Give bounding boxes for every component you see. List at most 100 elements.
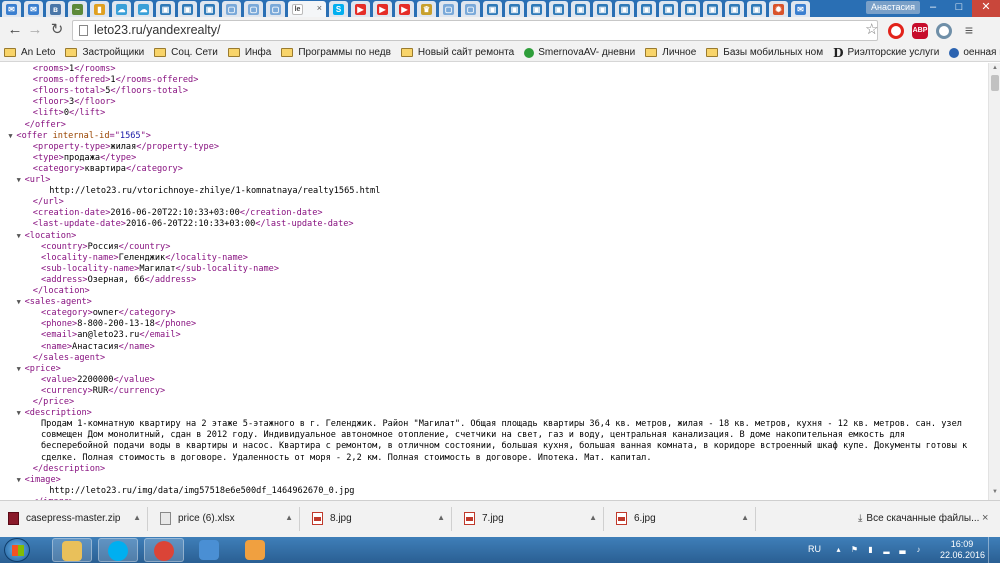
tab[interactable]: S bbox=[329, 1, 348, 17]
signal-icon[interactable]: ▃ bbox=[898, 545, 907, 554]
tab[interactable]: ✉ bbox=[791, 1, 810, 17]
tab[interactable]: ▢ bbox=[266, 1, 285, 17]
tab[interactable]: ▣ bbox=[571, 1, 590, 17]
collapse-toggle-icon[interactable]: ▼ bbox=[17, 175, 25, 186]
collapse-toggle-icon[interactable]: ▼ bbox=[17, 475, 25, 486]
tab[interactable]: в bbox=[46, 1, 65, 17]
show-desktop-button[interactable] bbox=[988, 537, 1000, 563]
clock[interactable]: 16:09 22.06.2016 bbox=[940, 539, 985, 561]
tab-active[interactable]: le × bbox=[288, 1, 326, 17]
network-icon[interactable]: ▂ bbox=[882, 545, 891, 554]
tab[interactable]: ▣ bbox=[681, 1, 700, 17]
tab[interactable]: ~ bbox=[68, 1, 87, 17]
tab[interactable]: ▮ bbox=[90, 1, 109, 17]
tab[interactable]: ▶ bbox=[395, 1, 414, 17]
tab[interactable]: ▢ bbox=[461, 1, 480, 17]
bookmark-item[interactable]: оенная ипотек bbox=[945, 43, 1000, 61]
tab[interactable]: ☁ bbox=[134, 1, 153, 17]
bookmark-star-icon[interactable]: ☆ bbox=[865, 20, 878, 38]
address-text[interactable]: leto23.ru/yandexrealty/ bbox=[94, 23, 220, 38]
tab[interactable]: ▣ bbox=[637, 1, 656, 17]
maximize-icon[interactable]: □ bbox=[946, 0, 972, 17]
battery-icon[interactable]: ▮ bbox=[866, 545, 875, 554]
tab[interactable]: ▶ bbox=[351, 1, 370, 17]
taskbar-app[interactable] bbox=[52, 538, 92, 562]
tab[interactable]: ▣ bbox=[156, 1, 175, 17]
tab[interactable]: ▣ bbox=[703, 1, 722, 17]
collapse-toggle-icon[interactable]: ▼ bbox=[17, 297, 25, 308]
yandex-icon[interactable] bbox=[936, 23, 952, 39]
close-tab-icon[interactable]: × bbox=[317, 3, 322, 13]
tab[interactable]: ▣ bbox=[178, 1, 197, 17]
download-item[interactable]: 7.jpg ▲ bbox=[458, 507, 604, 531]
flag-icon[interactable]: ⚑ bbox=[850, 545, 859, 554]
tab[interactable]: ▣ bbox=[659, 1, 678, 17]
download-item[interactable]: 6.jpg ▲ bbox=[610, 507, 756, 531]
download-menu-icon[interactable]: ▲ bbox=[589, 513, 597, 522]
tab[interactable]: ▣ bbox=[747, 1, 766, 17]
tab[interactable]: ▣ bbox=[615, 1, 634, 17]
tray-expand-icon[interactable]: ▴ bbox=[834, 545, 843, 554]
tab[interactable]: ▣ bbox=[200, 1, 219, 17]
back-icon[interactable]: ← bbox=[6, 21, 24, 39]
bookmark-item[interactable]: Программы по недв bbox=[277, 43, 397, 61]
vertical-scrollbar[interactable]: ▲ ▼ bbox=[988, 63, 1000, 500]
download-item[interactable]: 8.jpg ▲ bbox=[306, 507, 452, 531]
bookmark-item[interactable]: D Риэлторские услуги bbox=[829, 43, 945, 61]
close-icon[interactable]: ✕ bbox=[972, 0, 1000, 17]
download-item[interactable]: price (6).xlsx ▲ bbox=[154, 507, 300, 531]
tab[interactable]: ▣ bbox=[725, 1, 744, 17]
tab[interactable]: ▢ bbox=[222, 1, 241, 17]
volume-icon[interactable]: ♪ bbox=[914, 545, 923, 554]
tab[interactable]: ▢ bbox=[244, 1, 263, 17]
tab[interactable]: ▣ bbox=[505, 1, 524, 17]
bookmark-item[interactable]: An Leto bbox=[0, 43, 61, 61]
tab[interactable]: ▶ bbox=[373, 1, 392, 17]
taskbar-app[interactable] bbox=[144, 538, 184, 562]
tab[interactable]: ✹ bbox=[769, 1, 788, 17]
bookmark-item[interactable]: Новый сайт ремонта bbox=[397, 43, 520, 61]
minimize-icon[interactable]: – bbox=[920, 0, 946, 17]
tab[interactable]: ▣ bbox=[483, 1, 502, 17]
collapse-toggle-icon[interactable]: ▼ bbox=[17, 231, 25, 242]
download-menu-icon[interactable]: ▲ bbox=[285, 513, 293, 522]
download-menu-icon[interactable]: ▲ bbox=[437, 513, 445, 522]
close-shelf-icon[interactable]: × bbox=[982, 512, 988, 524]
download-item[interactable]: casepress-master.zip ▲ bbox=[2, 507, 148, 531]
page-info-icon[interactable] bbox=[79, 25, 88, 36]
tab[interactable]: ▢ bbox=[439, 1, 458, 17]
profile-button[interactable]: Анастасия bbox=[866, 1, 920, 14]
reload-icon[interactable]: ↻ bbox=[48, 21, 66, 39]
bookmark-item[interactable]: Личное bbox=[641, 43, 702, 61]
download-menu-icon[interactable]: ▲ bbox=[741, 513, 749, 522]
taskbar-app[interactable] bbox=[98, 538, 138, 562]
forward-icon[interactable]: → bbox=[26, 21, 44, 39]
bookmark-item[interactable]: SmernovaAV- дневни bbox=[520, 43, 641, 61]
tab[interactable]: ▣ bbox=[593, 1, 612, 17]
collapse-toggle-icon[interactable]: ▼ bbox=[17, 408, 25, 419]
taskbar-app[interactable] bbox=[236, 538, 276, 562]
tab[interactable]: ☁ bbox=[112, 1, 131, 17]
scroll-down-icon[interactable]: ▼ bbox=[989, 489, 1000, 495]
taskbar-app[interactable] bbox=[190, 538, 230, 562]
bookmark-item[interactable]: Базы мобильных ном bbox=[702, 43, 829, 61]
tab[interactable]: ♛ bbox=[417, 1, 436, 17]
bookmark-item[interactable]: Инфа bbox=[224, 43, 278, 61]
adblock-icon[interactable]: ABP bbox=[912, 23, 928, 39]
menu-icon[interactable]: ≡ bbox=[962, 22, 976, 38]
tab[interactable]: ▣ bbox=[549, 1, 568, 17]
bookmark-item[interactable]: Застройщики bbox=[61, 43, 150, 61]
show-all-downloads[interactable]: ⤓ Все скачанные файлы... bbox=[858, 513, 979, 524]
scrollbar-thumb[interactable] bbox=[991, 75, 999, 91]
start-button[interactable] bbox=[4, 538, 30, 562]
opera-icon[interactable] bbox=[888, 23, 904, 39]
download-menu-icon[interactable]: ▲ bbox=[133, 513, 141, 522]
collapse-toggle-icon[interactable]: ▼ bbox=[17, 364, 25, 375]
address-bar[interactable]: leto23.ru/yandexrealty/ bbox=[72, 20, 878, 41]
language-indicator[interactable]: RU bbox=[808, 544, 821, 554]
scroll-up-icon[interactable]: ▲ bbox=[989, 65, 1000, 71]
tab[interactable]: ▣ bbox=[527, 1, 546, 17]
tab[interactable]: ✉ bbox=[2, 1, 21, 17]
bookmark-item[interactable]: Соц. Сети bbox=[150, 43, 224, 61]
tab[interactable]: ✉ bbox=[24, 1, 43, 17]
